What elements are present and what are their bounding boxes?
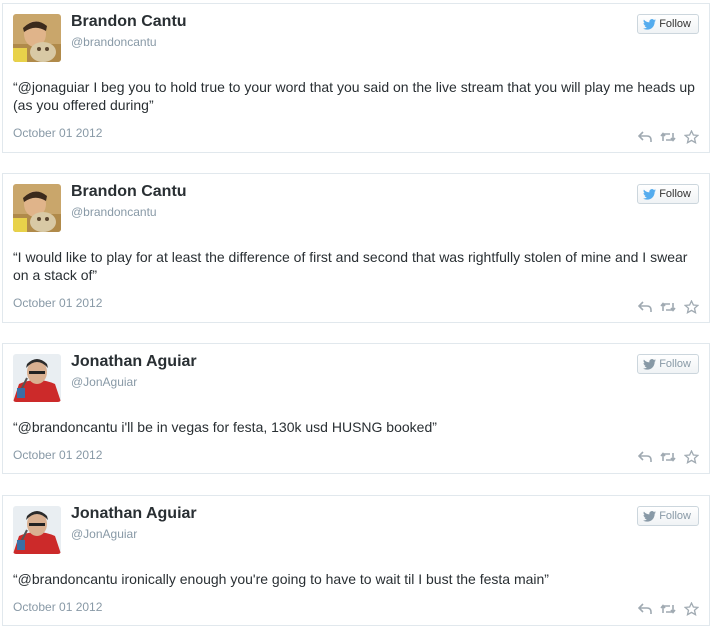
tweet-actions bbox=[638, 450, 699, 464]
tweet-text: “@brandoncantu i'll be in vegas for fest… bbox=[13, 419, 437, 435]
twitter-bird-icon bbox=[643, 510, 657, 522]
twitter-bird-icon bbox=[643, 358, 657, 370]
author-name[interactable]: Jonathan Aguiar bbox=[71, 353, 197, 371]
tweet-text: “I would like to play for at least the d… bbox=[13, 249, 688, 283]
follow-button[interactable]: Follow bbox=[637, 506, 699, 526]
tweet-card: Jonathan Aguiar @JonAguiar Follow “@brandon… bbox=[2, 343, 710, 474]
author-handle[interactable]: @brandoncantu bbox=[71, 35, 157, 49]
twitter-bird-icon bbox=[643, 18, 657, 30]
reply-icon[interactable] bbox=[638, 603, 652, 615]
author-name[interactable]: Brandon Cantu bbox=[71, 13, 187, 31]
follow-button[interactable]: Follow bbox=[637, 14, 699, 34]
tweet-text: “@brandoncantu ironically enough you're … bbox=[13, 571, 549, 587]
author-handle[interactable]: @brandoncantu bbox=[71, 205, 157, 219]
tweet-date[interactable]: October 01 2012 bbox=[13, 600, 102, 614]
author-handle[interactable]: @JonAguiar bbox=[71, 527, 137, 541]
retweet-icon[interactable] bbox=[660, 451, 676, 463]
reply-icon[interactable] bbox=[638, 301, 652, 313]
twitter-bird-icon bbox=[643, 188, 657, 200]
retweet-icon[interactable] bbox=[660, 131, 676, 143]
follow-label: Follow bbox=[659, 510, 691, 522]
avatar[interactable] bbox=[13, 184, 61, 232]
favorite-star-icon[interactable] bbox=[684, 602, 699, 616]
avatar[interactable] bbox=[13, 14, 61, 62]
tweet-actions bbox=[638, 130, 699, 144]
tweet-actions bbox=[638, 602, 699, 616]
tweet-date[interactable]: October 01 2012 bbox=[13, 126, 102, 140]
tweet-date[interactable]: October 01 2012 bbox=[13, 448, 102, 462]
tweet-card: Jonathan Aguiar @JonAguiar Follow “@brandon… bbox=[2, 495, 710, 626]
tweet-text: “@jonaguiar I beg you to hold true to yo… bbox=[13, 79, 695, 113]
author-name[interactable]: Jonathan Aguiar bbox=[71, 505, 197, 523]
avatar[interactable] bbox=[13, 506, 61, 554]
reply-icon[interactable] bbox=[638, 131, 652, 143]
author-name[interactable]: Brandon Cantu bbox=[71, 183, 187, 201]
reply-icon[interactable] bbox=[638, 451, 652, 463]
tweet-card: Brandon Cantu @brandoncantu Follow “I would… bbox=[2, 173, 710, 323]
follow-button[interactable]: Follow bbox=[637, 184, 699, 204]
favorite-star-icon[interactable] bbox=[684, 130, 699, 144]
avatar[interactable] bbox=[13, 354, 61, 402]
retweet-icon[interactable] bbox=[660, 301, 676, 313]
follow-button[interactable]: Follow bbox=[637, 354, 699, 374]
follow-label: Follow bbox=[659, 18, 691, 30]
tweet-actions bbox=[638, 300, 699, 314]
follow-label: Follow bbox=[659, 188, 691, 200]
retweet-icon[interactable] bbox=[660, 603, 676, 615]
favorite-star-icon[interactable] bbox=[684, 450, 699, 464]
author-handle[interactable]: @JonAguiar bbox=[71, 375, 137, 389]
tweet-date[interactable]: October 01 2012 bbox=[13, 296, 102, 310]
follow-label: Follow bbox=[659, 358, 691, 370]
favorite-star-icon[interactable] bbox=[684, 300, 699, 314]
tweet-card: Brandon Cantu @brandoncantu Follow “@jonagu… bbox=[2, 3, 710, 153]
